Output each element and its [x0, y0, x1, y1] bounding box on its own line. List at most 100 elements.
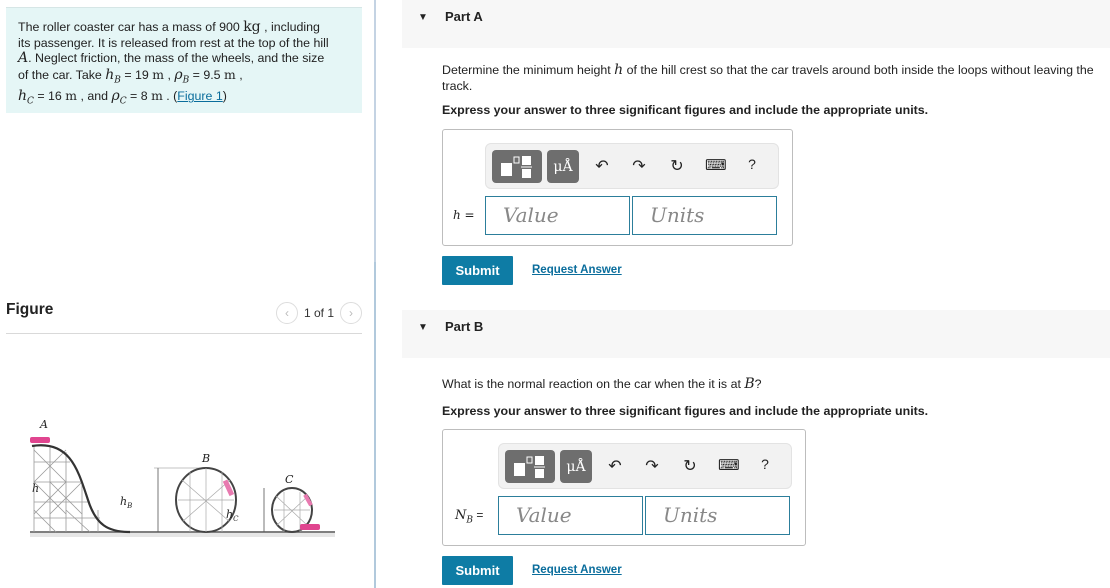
- redo-icon[interactable]: ↷: [642, 456, 662, 476]
- part-a-header[interactable]: ▼ Part A: [402, 0, 1110, 48]
- var-A: A: [18, 50, 29, 66]
- car-at-A: [30, 437, 50, 443]
- problem-text: ): [222, 89, 227, 104]
- var-h: h: [614, 62, 624, 78]
- var-N-sub: B: [466, 515, 473, 526]
- problem-text: . (: [162, 89, 178, 104]
- unit-m: m: [152, 66, 165, 82]
- chevron-right-icon: ›: [349, 306, 353, 320]
- math-toolbar: μÅ ↶ ↷ ↻ ⌨ ?: [485, 143, 779, 189]
- hill-scaffold: [33, 446, 100, 533]
- unit-m: m: [65, 88, 78, 104]
- undo-icon[interactable]: ↶: [592, 156, 612, 176]
- part-a-submit-button[interactable]: Submit: [442, 256, 513, 285]
- label-C: C: [285, 473, 294, 486]
- next-figure-button[interactable]: ›: [340, 302, 362, 324]
- question-text: What is the normal reaction on the car w…: [442, 377, 745, 391]
- problem-text: , including: [260, 20, 320, 34]
- problem-text: , and: [77, 89, 112, 104]
- collapse-triangle-icon: ▼: [418, 322, 428, 333]
- var-rhoC-sub: C: [119, 96, 127, 107]
- label-hC: hC: [226, 508, 239, 523]
- answer-label-NB: NB =: [455, 508, 483, 525]
- car-at-B: [222, 479, 235, 497]
- help-icon[interactable]: ?: [742, 156, 762, 172]
- var-rhoB: ρ: [174, 66, 183, 83]
- problem-text: its passenger. It is released from rest …: [18, 35, 329, 50]
- part-a-request-answer-link[interactable]: Request Answer: [532, 264, 622, 276]
- part-b-header[interactable]: ▼ Part B: [402, 310, 1110, 358]
- var-hB-sub: B: [114, 74, 121, 85]
- figure-title: Figure: [6, 301, 54, 318]
- part-a-input-row: h = Value Units: [443, 196, 792, 236]
- rhoB-value: = 9.5: [189, 67, 224, 82]
- loop-B-scaffold: [178, 468, 234, 532]
- answer-label-h: h =: [453, 208, 475, 222]
- var-B: B: [744, 376, 755, 392]
- unit-kg: kg: [243, 19, 261, 35]
- roller-coaster-figure: A h hB B hC C: [30, 418, 335, 537]
- hC-value: = 16: [33, 89, 66, 104]
- problem-text: The roller coaster car has a mass of 900: [18, 20, 244, 34]
- part-a-answer-box: μÅ ↶ ↷ ↻ ⌨ ? h = Value Units: [442, 129, 793, 246]
- collapse-triangle-icon: ▼: [418, 12, 428, 23]
- prev-figure-button[interactable]: ‹: [275, 302, 298, 324]
- figure-page-count: 1 of 1: [303, 306, 334, 320]
- part-b-input-row: NB = Value Units: [443, 496, 805, 536]
- chevron-left-icon: ‹: [284, 306, 289, 320]
- redo-icon[interactable]: ↷: [629, 156, 649, 176]
- label-B: B: [201, 452, 210, 465]
- unit-m: m: [224, 66, 236, 82]
- figure-link[interactable]: Figure 1: [177, 89, 222, 103]
- part-b-question: What is the normal reaction on the car w…: [442, 376, 1107, 393]
- label-A: A: [39, 418, 48, 431]
- var-hC-sub: C: [27, 96, 34, 107]
- part-a-instruction: Express your answer to three significant…: [442, 103, 929, 117]
- units-input[interactable]: Units: [632, 196, 777, 235]
- car-exit: [300, 524, 320, 530]
- part-b-title: Part B: [445, 319, 484, 334]
- units-button[interactable]: μÅ: [547, 150, 579, 183]
- part-b-instruction: Express your answer to three significant…: [442, 404, 929, 418]
- figure-header: Figure ‹ 1 of 1 ›: [6, 298, 362, 334]
- value-input[interactable]: Value: [485, 196, 630, 235]
- ground-shadow: [30, 533, 335, 537]
- units-input[interactable]: Units: [645, 496, 790, 535]
- keyboard-icon[interactable]: ⌨: [705, 156, 727, 174]
- var-hC: h: [18, 88, 28, 105]
- help-icon[interactable]: ?: [755, 456, 775, 472]
- reset-icon[interactable]: ↻: [680, 456, 700, 476]
- hill-track: [31, 444, 131, 534]
- pane-divider-scroll[interactable]: [374, 262, 376, 588]
- problem-statement: The roller coaster car has a mass of 900…: [6, 7, 362, 113]
- templates-button[interactable]: [505, 450, 555, 483]
- question-text: Determine the minimum height: [442, 63, 615, 77]
- problem-text: . Neglect friction, the mass of the whee…: [28, 51, 325, 65]
- unit-m: m: [151, 88, 163, 104]
- var-N: N: [455, 508, 467, 523]
- units-button[interactable]: μÅ: [560, 450, 592, 483]
- reset-icon[interactable]: ↻: [667, 156, 687, 176]
- part-a-question: Determine the minimum height h of the hi…: [442, 62, 1107, 94]
- part-a-title: Part A: [445, 9, 483, 24]
- equals-sign: =: [473, 508, 484, 522]
- label-h: h: [32, 482, 39, 495]
- part-b-answer-box: μÅ ↶ ↷ ↻ ⌨ ? NB = Value Units: [442, 429, 806, 546]
- part-b-submit-button[interactable]: Submit: [442, 556, 513, 585]
- rhoC-value: = 8: [126, 89, 152, 104]
- var-rhoC: ρ: [111, 88, 120, 105]
- var-hB: h: [105, 66, 115, 83]
- keyboard-icon[interactable]: ⌨: [718, 456, 740, 474]
- part-b-request-answer-link[interactable]: Request Answer: [532, 564, 622, 576]
- problem-text: of the car. Take: [18, 67, 106, 82]
- left-pane: The roller coaster car has a mass of 900…: [0, 0, 374, 588]
- question-text: ?: [754, 377, 762, 391]
- value-input[interactable]: Value: [498, 496, 643, 535]
- templates-icon: [501, 156, 532, 178]
- figure-pager: ‹ 1 of 1 ›: [275, 302, 362, 324]
- math-toolbar: μÅ ↶ ↷ ↻ ⌨ ?: [498, 443, 792, 489]
- undo-icon[interactable]: ↶: [605, 456, 625, 476]
- label-hB: hB: [120, 495, 132, 510]
- templates-button[interactable]: [492, 150, 542, 183]
- hB-value: = 19: [120, 67, 153, 82]
